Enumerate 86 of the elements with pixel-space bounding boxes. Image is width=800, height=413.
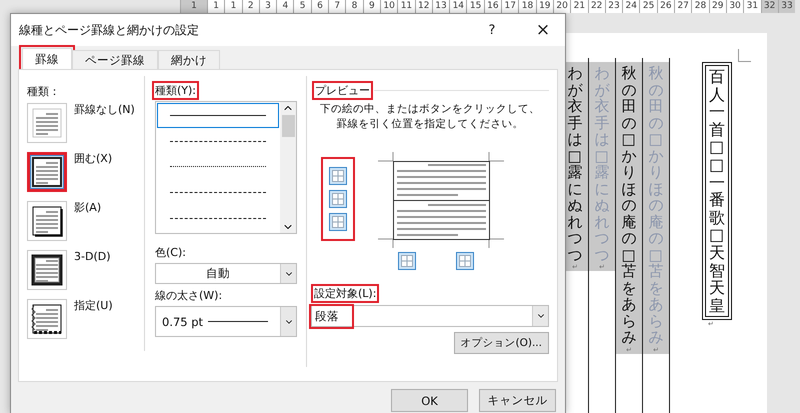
grid-icon xyxy=(332,170,344,182)
framed-page-icon xyxy=(31,254,63,286)
option-label: 指定(U) xyxy=(74,299,113,312)
ruler-number: 14 xyxy=(449,0,466,13)
grid-icon xyxy=(332,216,344,228)
ruler-number: 16 xyxy=(484,0,502,13)
ruler-number: 22 xyxy=(588,0,605,13)
ruler-number: 1 xyxy=(224,0,242,13)
ruler-number: 27 xyxy=(674,0,692,13)
ruler-number: 30 xyxy=(726,0,744,13)
ruler-number: 15 xyxy=(466,0,484,13)
option-label: 罫線なし(N) xyxy=(74,103,135,116)
ruler-number: 28 xyxy=(691,0,709,13)
ruler-number: 32 xyxy=(760,0,778,13)
line-width-label: 線の太さ(W): xyxy=(155,289,222,302)
border-toggle-button[interactable] xyxy=(329,213,347,231)
custom-border-page-icon xyxy=(31,303,63,335)
margin-corner-icon xyxy=(738,49,751,62)
border-setting-button[interactable] xyxy=(27,250,67,290)
ruler-number: 13 xyxy=(432,0,450,13)
ruler-number: 25 xyxy=(639,0,657,13)
border-setting-button[interactable] xyxy=(27,299,67,339)
border-toggle-button[interactable] xyxy=(456,252,474,270)
ruler-number: 1 xyxy=(207,0,224,13)
close-button[interactable]: × xyxy=(521,14,565,46)
ruler-number: 10 xyxy=(380,0,398,13)
ruler-number: 5 xyxy=(293,0,311,13)
line-style-label: 種類(Y): xyxy=(155,84,196,97)
help-button[interactable]: ? xyxy=(463,14,521,46)
grid-icon xyxy=(459,255,471,267)
border-toggle-button[interactable] xyxy=(398,252,416,270)
options-button[interactable]: オプション(O)... xyxy=(454,332,549,354)
apply-to-label: 設定対象(L): xyxy=(314,287,376,300)
vertical-title: 百人一首□□一番歌□天智天皇 xyxy=(702,62,732,320)
ruler-number: 7 xyxy=(328,0,346,13)
tab[interactable]: ページ罫線 xyxy=(72,50,158,70)
ruler-number: 31 xyxy=(743,0,760,13)
ruler-number: 33 xyxy=(778,0,796,13)
ruler-number: 8 xyxy=(345,0,363,13)
ruler-number: 20 xyxy=(552,0,570,13)
tab[interactable]: 網かけ xyxy=(158,50,220,70)
border-toggle-button[interactable] xyxy=(329,190,347,208)
ruler-number: 6 xyxy=(310,0,328,13)
page-icon xyxy=(31,107,63,139)
ruler-number: 4 xyxy=(276,0,294,13)
option-label: 影(A) xyxy=(74,201,102,214)
window-title: 線種とページ罫線と網かけの設定 xyxy=(19,22,200,38)
preview-drawing[interactable] xyxy=(378,152,504,248)
line-width-dropdown[interactable]: 0.75 pt xyxy=(155,306,297,337)
tab[interactable]: 罫線 xyxy=(22,48,72,70)
ruler-number: 2 xyxy=(242,0,259,13)
option-label: 3-D(D) xyxy=(74,250,110,263)
ruler-number: 17 xyxy=(501,0,518,13)
shadowed-page-icon xyxy=(31,205,63,237)
dialog-button[interactable]: OK xyxy=(391,389,468,412)
setting-label: 種類： xyxy=(27,85,60,98)
ruler-number: 24 xyxy=(622,0,640,13)
ruler-number: 9 xyxy=(362,0,380,13)
ruler-number: 12 xyxy=(414,0,432,13)
ruler-number: 19 xyxy=(536,0,553,13)
ruler-number: 3 xyxy=(258,0,276,13)
ruler-number: 21 xyxy=(570,0,588,13)
border-setting-button[interactable] xyxy=(27,152,67,192)
color-dropdown[interactable]: 自動 xyxy=(155,263,297,284)
apply-to-dropdown[interactable]: 段落 xyxy=(311,305,549,327)
instruction-text: 下の絵の中、またはボタンをクリックして、 xyxy=(319,102,541,117)
color-label: 色(C): xyxy=(155,246,186,259)
ruler-number: 26 xyxy=(656,0,674,13)
border-toggle-button[interactable] xyxy=(329,167,347,185)
boxed-page-icon xyxy=(31,156,63,188)
preview-label: プレビュー xyxy=(315,84,370,97)
scrollbar[interactable] xyxy=(280,102,296,233)
line-sample xyxy=(208,321,268,322)
ruler-number: 1 xyxy=(180,0,207,13)
line-style-option[interactable] xyxy=(157,103,279,128)
grid-icon xyxy=(401,255,413,267)
ruler-number: 18 xyxy=(518,0,536,13)
border-setting-button[interactable] xyxy=(27,201,67,241)
dialog-button[interactable]: キャンセル xyxy=(479,389,556,412)
instruction-text: 罫線を引く位置を指定してください。 xyxy=(336,117,524,132)
ruler-number: 11 xyxy=(397,0,415,13)
ruler-number: 23 xyxy=(604,0,622,13)
scrollbar-thumb[interactable] xyxy=(282,115,294,137)
grid-icon xyxy=(332,193,344,205)
option-label: 囲む(X) xyxy=(74,152,112,165)
ruler-number: 29 xyxy=(708,0,726,13)
